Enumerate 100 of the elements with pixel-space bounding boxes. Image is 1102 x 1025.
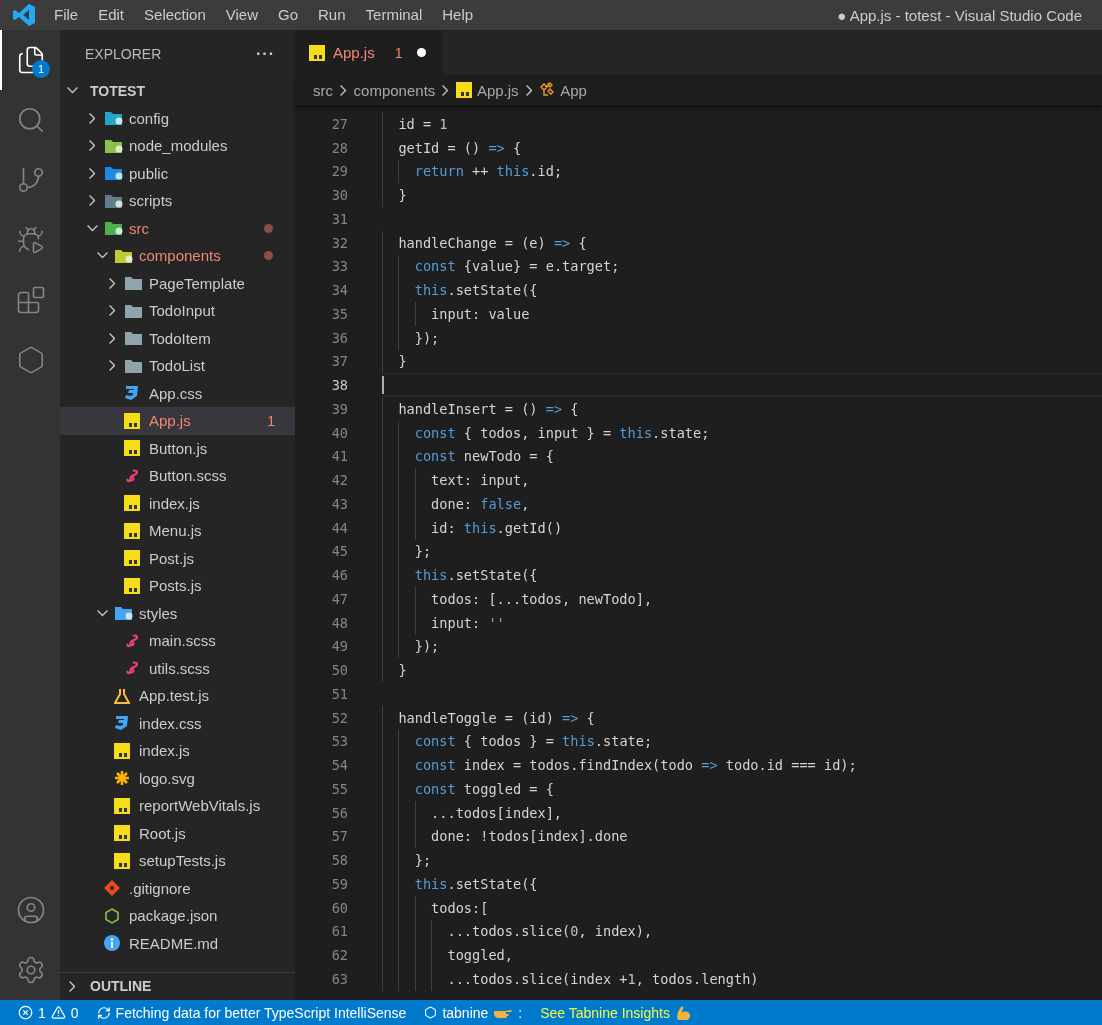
line-number: 45 [330,543,348,560]
chevron-right-icon [108,360,116,372]
text-cursor [382,376,384,394]
tree-item[interactable]: Menu.js [60,517,295,545]
chevron-right-icon [340,84,347,96]
tree-item[interactable]: index.js [60,489,295,517]
tabnine-label: tabnine [442,1004,489,1021]
folder-icon [124,357,144,374]
files-icon [16,45,46,75]
problem-dot [264,223,273,233]
hexagon-icon [424,1006,438,1019]
tree-item[interactable]: src [60,214,295,242]
tree-item[interactable]: README.md [60,929,295,957]
menu-item[interactable]: File [44,0,89,30]
indent-guide [414,302,416,326]
menu-item[interactable]: Help [432,0,484,30]
line-number: 31 [330,210,348,227]
code-line: ...todos[index], [431,804,563,821]
code-line: } [398,662,407,679]
line-number: 63 [330,970,348,987]
tree-item[interactable]: index.css [60,709,295,737]
tree-item[interactable]: TodoInput [60,297,295,325]
tree-item[interactable]: App.test.js [60,682,295,710]
tree-item[interactable]: TodoItem [60,324,295,352]
git-icon [104,880,120,897]
breadcrumb-item[interactable]: App.js [455,81,519,99]
js-file-icon [124,577,140,594]
error-icon [18,1005,33,1020]
section-header[interactable]: TOTEST [60,77,295,105]
menu-item[interactable]: Go [268,0,308,30]
line-number: 60 [330,899,348,916]
css-file-icon [114,715,130,732]
sidebar-title: EXPLORER [85,45,162,62]
menu-item[interactable]: Run [308,0,356,30]
chevron-down-icon [96,252,108,260]
code-line: } [398,187,407,204]
js-file-icon [124,522,140,539]
menu-item[interactable]: Edit [88,0,135,30]
code-line: this.setState({ [414,567,538,584]
tree-item[interactable]: TodoList [60,352,295,380]
line-number: 27 [330,115,348,132]
tree-item[interactable]: Posts.js [60,572,295,600]
insights-link[interactable]: See Tabnine Insights [534,1000,697,1025]
tree-item[interactable]: public [60,159,295,187]
code-line: }; [414,852,432,869]
tree-item[interactable]: Button.js [60,434,295,462]
tree-item[interactable]: package.json [60,902,295,930]
error-count: 1 [38,1004,46,1021]
section-header[interactable]: OUTLINE [60,972,152,1000]
tree-item[interactable]: reportWebVitals.js [60,792,295,820]
folder-icon [104,165,124,182]
code-line: ...todos.slice(0, index), [447,923,653,940]
tree-item[interactable]: components [60,242,295,270]
tree-item[interactable]: config [60,104,295,132]
tree-item[interactable]: scripts [60,187,295,215]
menu-item[interactable]: View [215,0,268,30]
tree-item[interactable]: setupTests.js [60,847,295,875]
sync-icon [96,1005,111,1020]
editor-tab[interactable]: App.js 1 [295,30,442,75]
tree-item[interactable]: styles [60,599,295,627]
tree-item[interactable]: Button.scss [60,462,295,490]
sass-file-icon [124,467,140,484]
tree-item[interactable]: utils.scss [60,654,295,682]
sync-status[interactable]: Fetching data for better TypeScript IntelliSense [90,1000,413,1025]
code-line: const {value} = e.target; [414,258,620,275]
tree-item[interactable]: main.scss [60,627,295,655]
line-number: 55 [330,780,348,797]
line-number: 51 [330,685,348,702]
breadcrumb-item[interactable]: src [313,81,333,99]
folder-icon [104,220,124,237]
breadcrumb-item[interactable]: components [353,81,436,99]
breadcrumb-item[interactable]: App [539,81,587,99]
warning-icon [50,1005,66,1020]
tree-item[interactable]: App.css [60,379,295,407]
code-line: const newTodo = { [414,448,554,465]
tabnine-status[interactable]: tabnine : [418,1000,529,1025]
tree-item[interactable]: Root.js [60,819,295,847]
code-line: return ++ this.id; [414,163,563,180]
tree-item[interactable]: index.js [60,737,295,765]
menu-item[interactable]: Selection [134,0,216,30]
insights-text: See Tabnine Insights [540,1004,670,1021]
account-icon [16,895,46,925]
line-number: 35 [330,305,348,322]
chevron-right-icon [442,84,449,96]
line-number: 41 [330,448,348,465]
line-number: 48 [330,614,348,631]
chevron-right-icon [108,332,116,344]
code-line: this.setState({ [414,875,538,892]
more-actions-button[interactable]: ··· [256,44,275,63]
tree-item[interactable]: logo.svg [60,764,295,792]
tree-item[interactable]: Post.js [60,544,295,572]
tree-item[interactable]: node_modules [60,132,295,160]
tree-item[interactable]: .gitignore [60,874,295,902]
problems-status[interactable]: 1 0 [12,1000,85,1025]
code-line: }; [414,543,432,560]
menu-item[interactable]: Terminal [355,0,433,30]
line-number: 37 [330,353,348,370]
tree-item[interactable]: PageTemplate [60,269,295,297]
tree-item[interactable]: App.js 1 [60,407,295,435]
js-file-icon [124,550,140,567]
